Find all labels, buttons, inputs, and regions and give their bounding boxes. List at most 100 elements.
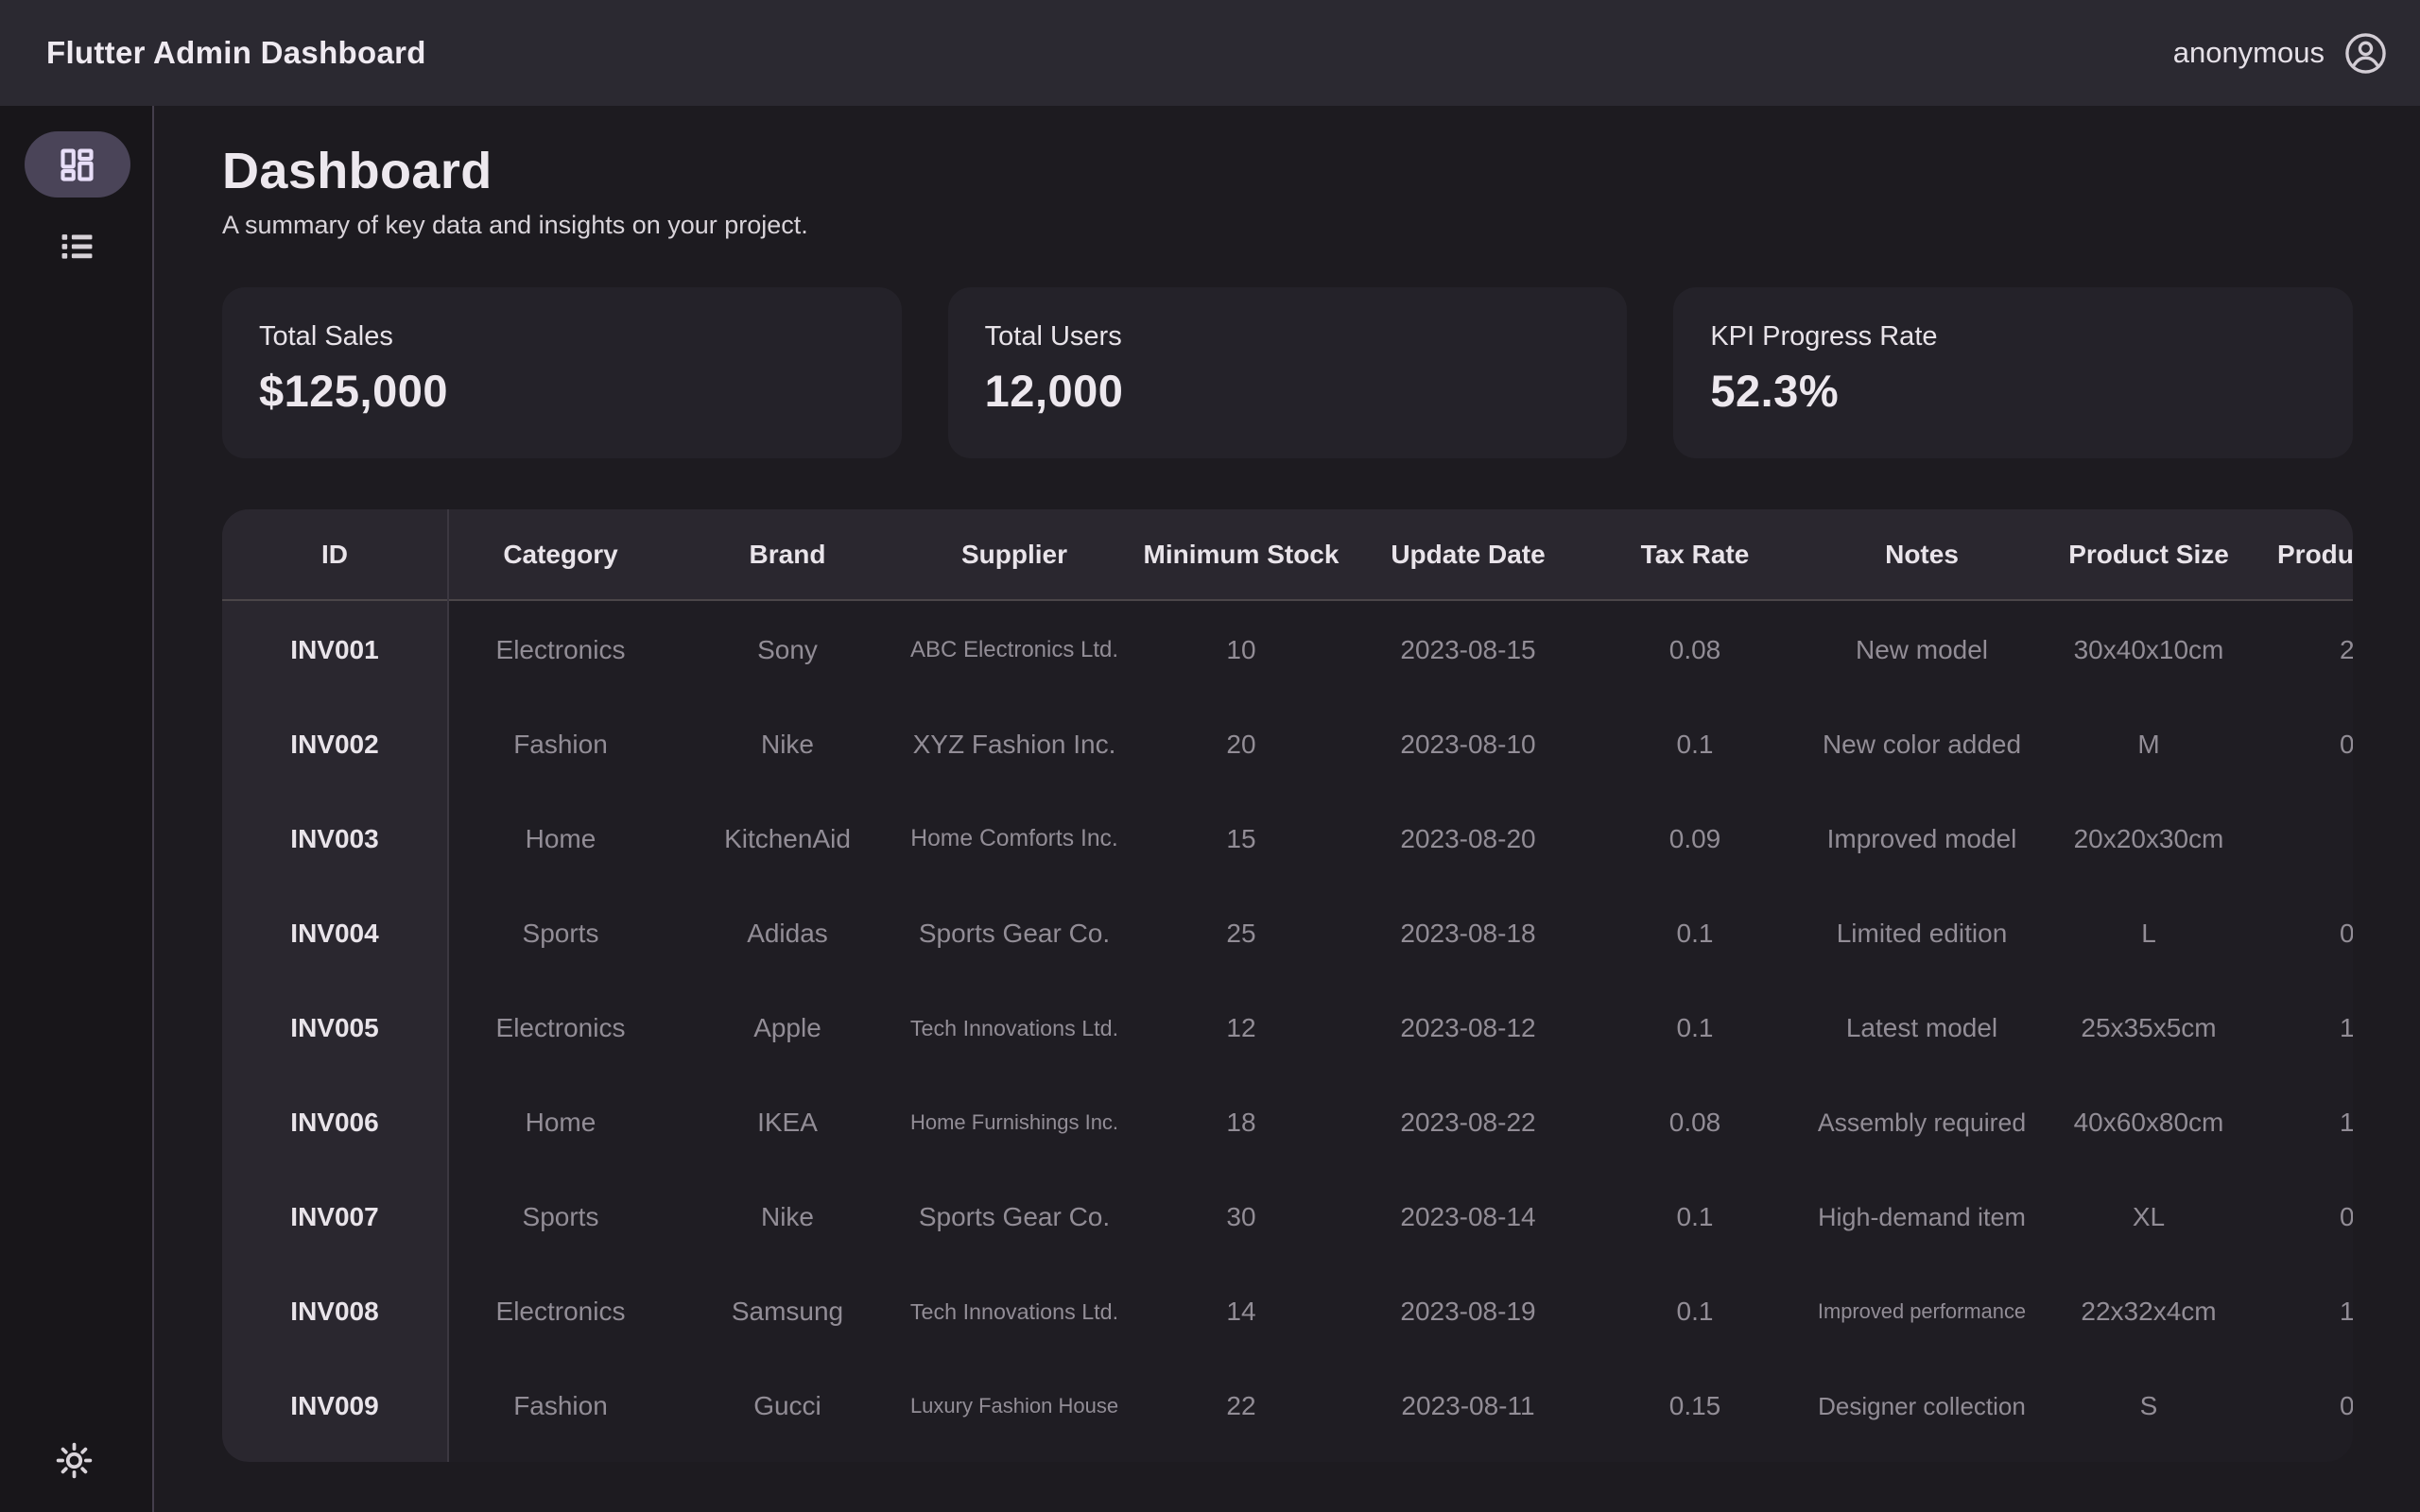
table-cell: Sony [674,603,901,697]
table-cell: New model [1808,603,2035,697]
table-cell: High-demand item [1808,1170,2035,1264]
table-cell: 12 [1128,981,1355,1075]
table-cell: Electronics [447,1264,674,1359]
header-cell: Category [447,509,674,599]
table-cell: 0.15 [1582,1359,1808,1453]
header-cell: Update Date [1355,509,1582,599]
table-cell: 2023-08-19 [1355,1264,1582,1359]
table-cell: M [2035,697,2262,792]
table-cell: 0 [2262,1170,2353,1264]
table-cell: 40x60x80cm [2035,1075,2262,1170]
table-cell: 20 [1128,697,1355,792]
stat-value: 12,000 [985,365,1628,417]
sun-icon [53,1439,95,1482]
stat-value: 52.3% [1710,365,2353,417]
table-cell: Assembly required [1808,1075,2035,1170]
user-name[interactable]: anonymous [2173,36,2325,70]
table-cell: Sports [447,886,674,981]
inventory-table: IDCategoryBrandSupplierMinimum StockUpda… [222,509,2353,1462]
header-cell: Minimum Stock [1128,509,1355,599]
sidebar [0,106,154,1512]
table-cell: Fashion [447,697,674,792]
table-cell: 18 [1128,1075,1355,1170]
table-cell: Improved performance [1808,1264,2035,1359]
stat-value: $125,000 [259,365,902,417]
row-id-cell: INV006 [222,1075,447,1170]
header-cell: Notes [1808,509,2035,599]
account-circle-icon[interactable] [2343,31,2388,76]
table-cell: 0.08 [1582,1075,1808,1170]
table-cell: New color added [1808,697,2035,792]
table-cell: 0.1 [1582,886,1808,981]
table-header: IDCategoryBrandSupplierMinimum StockUpda… [222,509,2353,601]
table-cell: 0 [2262,886,2353,981]
row-id-cell: INV003 [222,792,447,886]
theme-toggle-button[interactable] [0,1439,147,1482]
table-cell: Nike [674,1170,901,1264]
page-subtitle: A summary of key data and insights on yo… [222,208,2353,242]
table-cell: 14 [1128,1264,1355,1359]
header-cell: Supplier [901,509,1128,599]
row-id-cell: INV005 [222,981,447,1075]
user-menu[interactable]: anonymous [2173,31,2388,76]
table-cell: 2023-08-11 [1355,1359,1582,1453]
table-row: INV006HomeIKEAHome Furnishings Inc.18202… [222,1075,2353,1170]
table-cell: Electronics [447,981,674,1075]
table-row: INV003HomeKitchenAidHome Comforts Inc.15… [222,792,2353,886]
table-cell: Limited edition [1808,886,2035,981]
table-cell: Home [447,1075,674,1170]
row-id-cell: INV007 [222,1170,447,1264]
app-title: Flutter Admin Dashboard [46,35,426,71]
table-cell: 2023-08-18 [1355,886,1582,981]
stat-label: Total Users [985,321,1628,352]
table-cell: 25x35x5cm [2035,981,2262,1075]
table-cell: 30x40x10cm [2035,603,2262,697]
table-cell: 25 [1128,886,1355,981]
table-cell: Improved model [1808,792,2035,886]
table-cell: 2 [2262,603,2353,697]
table-cell: L [2035,886,2262,981]
table-body: INV001ElectronicsSonyABC Electronics Ltd… [222,603,2353,1453]
table-cell: Adidas [674,886,901,981]
table-cell: Gucci [674,1359,901,1453]
table-cell: 1 [2262,1264,2353,1359]
table-cell: 30 [1128,1170,1355,1264]
stat-label: KPI Progress Rate [1710,321,2353,352]
table-row: INV002FashionNikeXYZ Fashion Inc.202023-… [222,697,2353,792]
table-cell: Samsung [674,1264,901,1359]
table-cell: Apple [674,981,901,1075]
table-cell: KitchenAid [674,792,901,886]
table-row: INV004SportsAdidasSports Gear Co.252023-… [222,886,2353,981]
stat-card-kpi-progress: KPI Progress Rate 52.3% [1673,287,2353,458]
table-cell: Fashion [447,1359,674,1453]
stat-card-total-sales: Total Sales $125,000 [222,287,902,458]
header-cell: Tax Rate [1582,509,1808,599]
stats-row: Total Sales $125,000 Total Users 12,000 … [222,287,2353,458]
table-cell: 0.1 [1582,1264,1808,1359]
table-cell: 0 [2262,697,2353,792]
table-cell: Sports Gear Co. [901,1170,1128,1264]
table-cell: 0.1 [1582,697,1808,792]
table-row: INV005ElectronicsAppleTech Innovations L… [222,981,2353,1075]
table-cell: 0 [2262,1359,2353,1453]
sidebar-item-dashboard[interactable] [0,131,154,198]
table-row: INV001ElectronicsSonyABC Electronics Ltd… [222,603,2353,697]
table-cell: IKEA [674,1075,901,1170]
sidebar-item-list[interactable] [0,217,154,274]
table-cell: Home Furnishings Inc. [901,1075,1128,1170]
row-id-cell: INV009 [222,1359,447,1453]
stat-card-total-users: Total Users 12,000 [948,287,1628,458]
page-title: Dashboard [222,140,2353,202]
table-row: INV007SportsNikeSports Gear Co.302023-08… [222,1170,2353,1264]
table-cell: 20x20x30cm [2035,792,2262,886]
table-cell: Tech Innovations Ltd. [901,981,1128,1075]
table-cell: Designer collection [1808,1359,2035,1453]
main-content: Dashboard A summary of key data and insi… [156,106,2420,1512]
table-cell: Luxury Fashion House [901,1359,1128,1453]
table-cell: 2023-08-12 [1355,981,1582,1075]
table-cell: Sports Gear Co. [901,886,1128,981]
active-nav-pill[interactable] [25,131,130,198]
table-cell: Electronics [447,603,674,697]
row-id-cell: INV002 [222,697,447,792]
id-column-divider [447,509,449,1462]
